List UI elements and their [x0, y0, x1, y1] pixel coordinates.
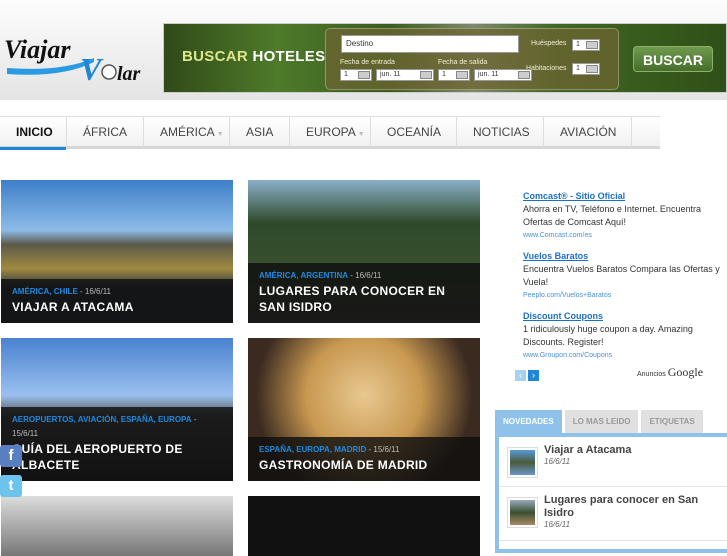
checkout-day-select[interactable]: 1 — [438, 69, 470, 81]
nav-inicio[interactable]: INICIO — [0, 117, 67, 150]
post-card[interactable] — [248, 496, 480, 556]
chevron-down-icon: ▼ — [357, 131, 365, 138]
hotel-search-banner: BUSCAR HOTELES Destino Huéspedes 1 Fecha… — [163, 23, 727, 93]
post-caption: AMÉRICA, CHILE - 16/6/11 VIAJAR A ATACAMA — [1, 279, 233, 323]
post-title[interactable]: LUGARES PARA CONOCER EN SAN ISIDRO — [259, 283, 469, 315]
chevron-left-icon[interactable]: ‹ — [515, 370, 526, 381]
post-thumbnail — [507, 497, 538, 528]
post-title[interactable]: GASTRONOMÍA DE MADRID — [259, 457, 469, 473]
checkin-label: Fecha de entrada — [340, 59, 395, 66]
post-card[interactable]: AMÉRICA, ARGENTINA - 16/6/11 LUGARES PARA… — [248, 180, 480, 323]
nav-aviacion[interactable]: AVIACIÓN — [544, 117, 632, 147]
rooms-select[interactable]: 1 — [572, 63, 600, 75]
svg-text:Viajar: Viajar — [4, 35, 71, 64]
post-categories[interactable]: ESPAÑA, EUROPA, MADRID — [259, 445, 366, 454]
ad-text: Ahorra en TV, Teléfono e Internet. Encue… — [523, 204, 701, 227]
list-item[interactable]: Lugares para conocer en San Isidro 16/6/… — [499, 487, 727, 541]
post-categories[interactable]: AMÉRICA, CHILE — [12, 287, 78, 296]
svg-text:V: V — [80, 51, 104, 84]
tab-novedades[interactable]: NOVEDADES — [495, 410, 562, 433]
nav-noticias[interactable]: NOTICIAS — [457, 117, 544, 147]
chevron-down-icon: ▼ — [216, 131, 224, 138]
post-thumbnail — [507, 447, 538, 478]
recent-post-title[interactable]: Lugares para conocer en San Isidro — [544, 494, 727, 520]
guests-label: Huéspedes — [531, 40, 567, 47]
ad-item: Comcast® - Sitio Oficial Ahorra en TV, Te… — [523, 190, 723, 242]
post-categories[interactable]: AEROPUERTOS, AVIACIÓN, ESPAÑA, EUROPA — [12, 415, 192, 424]
post-card[interactable]: ESPAÑA, EUROPA, MADRID - 15/6/11 GASTRONO… — [248, 338, 480, 481]
nav-oceania[interactable]: OCEANÍA — [371, 117, 457, 147]
chevron-right-icon[interactable]: › — [528, 370, 539, 381]
ad-title[interactable]: Vuelos Baratos — [523, 251, 588, 261]
ad-title[interactable]: Comcast® - Sitio Oficial — [523, 191, 625, 201]
post-caption: AMÉRICA, ARGENTINA - 16/6/11 LUGARES PARA… — [248, 263, 480, 323]
ads-by-google[interactable]: Anuncios Google — [637, 365, 703, 380]
main-nav: INICIO ÁFRICA AMÉRICA ▼ ASIA EUROPA ▼ OCEA… — [0, 116, 660, 150]
post-card[interactable]: AEROPUERTOS, AVIACIÓN, ESPAÑA, EUROPA - … — [1, 338, 233, 481]
nav-america[interactable]: AMÉRICA ▼ — [144, 117, 230, 147]
site-logo[interactable]: Viajar V lar — [2, 28, 154, 84]
post-card[interactable] — [1, 496, 233, 556]
post-caption: ESPAÑA, EUROPA, MADRID - 15/6/11 GASTRONO… — [248, 437, 480, 481]
search-hotels-button[interactable]: BUSCAR — [633, 46, 713, 72]
twitter-icon[interactable]: t — [0, 475, 22, 497]
checkout-month-select[interactable]: jun. 11 — [474, 69, 532, 81]
ad-url[interactable]: Peeplo.com/Vuelos+Baratos — [523, 289, 723, 302]
nav-europa[interactable]: EUROPA ▼ — [290, 117, 371, 147]
post-categories[interactable]: AMÉRICA, ARGENTINA — [259, 271, 348, 280]
banner-title: BUSCAR HOTELES — [182, 48, 326, 65]
ad-pager: ‹ › — [515, 365, 541, 383]
checkin-day-select[interactable]: 1 — [340, 69, 372, 81]
ad-item: Discount Coupons 1 ridiculously huge coup… — [523, 310, 723, 362]
destination-input[interactable]: Destino — [341, 35, 519, 53]
ad-text: 1 ridiculously huge coupon a day. Amazin… — [523, 324, 693, 347]
post-title[interactable]: GUÍA DEL AEROPUERTO DE ALBACETE — [12, 441, 222, 473]
post-card[interactable]: AMÉRICA, CHILE - 16/6/11 VIAJAR A ATACAMA — [1, 180, 233, 323]
ad-title[interactable]: Discount Coupons — [523, 311, 603, 321]
guests-select[interactable]: 1 — [572, 39, 600, 51]
ad-url[interactable]: www.Comcast.com/es — [523, 229, 723, 242]
recent-post-date: 16/6/11 — [544, 520, 571, 529]
nav-africa[interactable]: ÁFRICA — [67, 117, 144, 147]
header: Viajar V lar BUSCAR HOTELES Destino Hués… — [0, 0, 727, 100]
tab-etiquetas[interactable]: ETIQUETAS — [641, 410, 703, 433]
rooms-label: Habitaciones — [526, 65, 567, 72]
ad-url[interactable]: www.Groupon.com/Coupons — [523, 349, 723, 362]
facebook-icon[interactable]: f — [0, 445, 22, 467]
checkin-month-select[interactable]: jun. 11 — [376, 69, 434, 81]
checkout-label: Fecha de salida — [438, 59, 488, 66]
post-caption: AEROPUERTOS, AVIACIÓN, ESPAÑA, EUROPA - … — [1, 407, 233, 481]
recent-post-title[interactable]: Viajar a Atacama — [544, 444, 727, 457]
ad-item: Vuelos Baratos Encuentra Vuelos Baratos C… — [523, 250, 723, 302]
nav-asia[interactable]: ASIA — [230, 117, 290, 147]
recent-post-date: 16/6/11 — [544, 457, 571, 466]
tab-lo-mas-leido[interactable]: LO MAS LEIDO — [564, 410, 639, 433]
ad-text: Encuentra Vuelos Baratos Compara las Ofe… — [523, 264, 720, 287]
list-item[interactable]: Viajar a Atacama 16/6/11 — [499, 437, 727, 487]
recent-posts-list: Viajar a Atacama 16/6/11 Lugares para co… — [495, 433, 727, 553]
svg-text:lar: lar — [117, 63, 141, 84]
sidebar-tabs: NOVEDADES LO MAS LEIDO ETIQUETAS — [495, 410, 706, 433]
post-title[interactable]: VIAJAR A ATACAMA — [12, 299, 222, 315]
hotel-search-form: Destino Huéspedes 1 Fecha de entrada Fec… — [325, 28, 619, 90]
sponsored-ads: Comcast® - Sitio Oficial Ahorra en TV, Te… — [523, 190, 723, 370]
